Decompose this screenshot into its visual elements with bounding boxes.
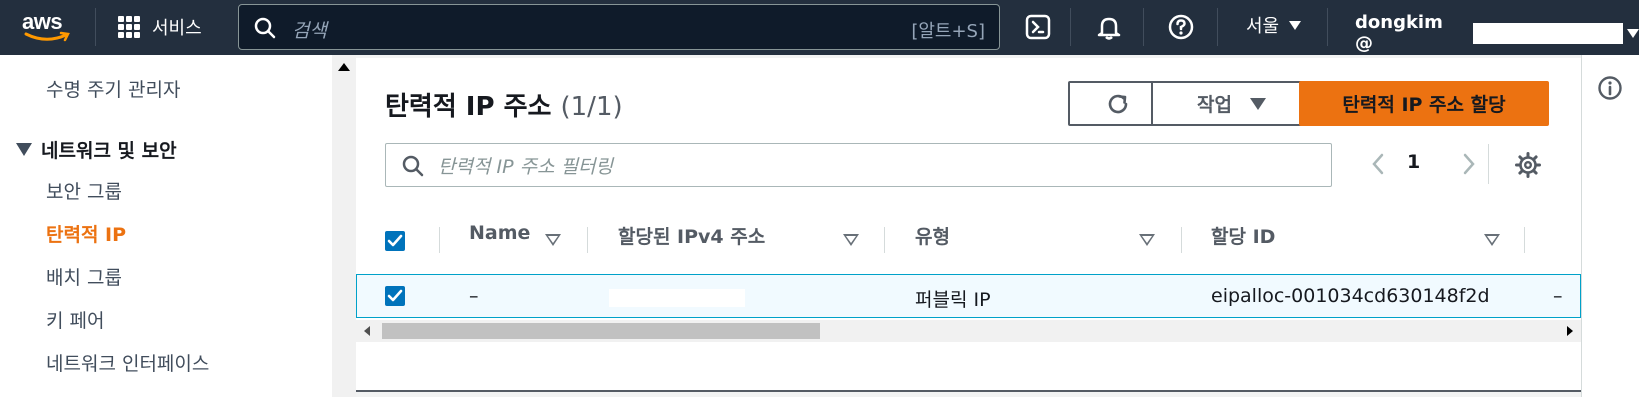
bell-icon[interactable] [1093, 11, 1125, 43]
column-header-type[interactable]: 유형 [915, 222, 950, 249]
column-divider [439, 227, 440, 253]
refresh-icon [1108, 94, 1127, 113]
divider [95, 8, 96, 46]
help-icon[interactable] [1165, 11, 1197, 43]
column-divider [884, 227, 885, 253]
side-navigation: 수명 주기 관리자 네트워크 및 보안 보안 그룹 탄력적 IP 배치 그룹 키… [0, 55, 332, 397]
sidebar-item-lifecycle-manager[interactable]: 수명 주기 관리자 [46, 75, 180, 102]
next-page-icon[interactable] [1454, 150, 1482, 178]
page-title-text: 탄력적 IP 주소 [385, 92, 552, 122]
account-label: dongkim @ [1355, 12, 1443, 54]
sort-icon[interactable] [545, 234, 561, 246]
allocate-elastic-ip-button[interactable]: 탄력적 IP 주소 할당 [1299, 81, 1549, 126]
check-icon [387, 234, 403, 247]
table-row[interactable]: – 퍼블릭 IP eipalloc-001034cd630148f2d – [356, 274, 1581, 318]
services-label: 서비스 [152, 18, 202, 39]
column-divider [1524, 227, 1525, 253]
aws-smile-icon [24, 31, 70, 42]
column-header-name[interactable]: Name [469, 222, 530, 244]
scroll-right-arrow-icon[interactable] [1567, 326, 1573, 336]
column-divider [587, 227, 588, 253]
table-header: Name 할당된 IPv4 주소 유형 할당 ID [356, 212, 1581, 267]
caret-down-icon [1289, 20, 1302, 30]
caret-down-icon [1627, 28, 1639, 38]
cell-ipv4-redacted [609, 289, 745, 307]
account-menu[interactable]: dongkim @ [1355, 12, 1639, 54]
filter-placeholder: 탄력적 IP 주소 필터링 [438, 156, 614, 178]
divider [1143, 8, 1144, 46]
region-label: 서울 [1246, 16, 1280, 37]
account-id-redacted [1473, 22, 1623, 44]
search-icon [254, 17, 276, 39]
column-header-ipv4[interactable]: 할당된 IPv4 주소 [618, 222, 765, 249]
sort-icon[interactable] [1139, 234, 1155, 246]
sort-icon[interactable] [843, 234, 859, 246]
table-horizontal-scrollbar[interactable] [356, 320, 1581, 342]
search-icon [402, 155, 424, 177]
divider [1327, 8, 1328, 46]
divider [1217, 8, 1218, 46]
search-placeholder: 검색 [292, 20, 327, 42]
allocate-label: 탄력적 IP 주소 할당 [1342, 94, 1506, 116]
previous-page-icon[interactable] [1365, 150, 1393, 178]
tools-rail [1581, 55, 1639, 397]
sort-icon[interactable] [1484, 234, 1500, 246]
divider [1070, 8, 1071, 46]
cell-extra: – [1553, 285, 1563, 307]
scroll-left-arrow-icon[interactable] [364, 326, 370, 336]
sidebar-item-elastic-ip[interactable]: 탄력적 IP [46, 220, 126, 247]
cell-name: – [469, 285, 479, 307]
page-title: 탄력적 IP 주소 (1/1) [385, 86, 623, 123]
sidebar-section-label: 네트워크 및 보안 [41, 140, 177, 162]
row-checkbox[interactable] [385, 286, 405, 306]
cloudshell-icon[interactable] [1022, 11, 1054, 43]
scroll-up-arrow-icon[interactable] [338, 63, 350, 71]
search-shortcut-hint: [알트+S] [911, 21, 985, 42]
cell-allocation-id[interactable]: eipalloc-001034cd630148f2d [1211, 285, 1490, 307]
sidebar-section-network-security[interactable]: 네트워크 및 보안 [16, 136, 177, 163]
check-icon [387, 289, 403, 302]
sidebar-item-placement-groups[interactable]: 배치 그룹 [46, 263, 122, 290]
services-menu-button[interactable]: 서비스 [118, 13, 202, 41]
expand-triangle-icon [16, 143, 32, 156]
grid-icon [118, 16, 140, 38]
sidebar-item-security-groups[interactable]: 보안 그룹 [46, 177, 122, 204]
actions-label: 작업 [1197, 94, 1232, 116]
scrollbar-thumb[interactable] [382, 323, 820, 339]
settings-gear-icon[interactable] [1514, 151, 1542, 179]
global-search-input[interactable]: 검색 [알트+S] [238, 4, 1000, 50]
actions-dropdown-button[interactable]: 작업 [1151, 81, 1312, 126]
top-navigation-bar: aws 서비스 검색 [알트+S] 서울 dongkim @ [0, 0, 1639, 55]
column-divider [1181, 227, 1182, 253]
column-header-allocation-id[interactable]: 할당 ID [1211, 222, 1275, 249]
select-all-checkbox[interactable] [385, 231, 405, 251]
info-icon[interactable] [1597, 75, 1623, 101]
region-selector[interactable]: 서울 [1246, 12, 1302, 38]
elastic-ip-filter-input[interactable]: 탄력적 IP 주소 필터링 [385, 143, 1332, 187]
divider [1488, 144, 1489, 184]
selection-count: (1/1) [560, 92, 623, 122]
sidebar-scrollbar[interactable] [332, 55, 356, 397]
page-number-button[interactable]: 1 [1407, 151, 1420, 173]
aws-logo[interactable]: aws [22, 9, 74, 42]
sidebar-item-network-interfaces[interactable]: 네트워크 인터페이스 [46, 349, 209, 376]
caret-down-icon [1249, 97, 1266, 110]
sidebar-item-key-pairs[interactable]: 키 페어 [46, 306, 104, 333]
cell-type: 퍼블릭 IP [915, 289, 991, 311]
